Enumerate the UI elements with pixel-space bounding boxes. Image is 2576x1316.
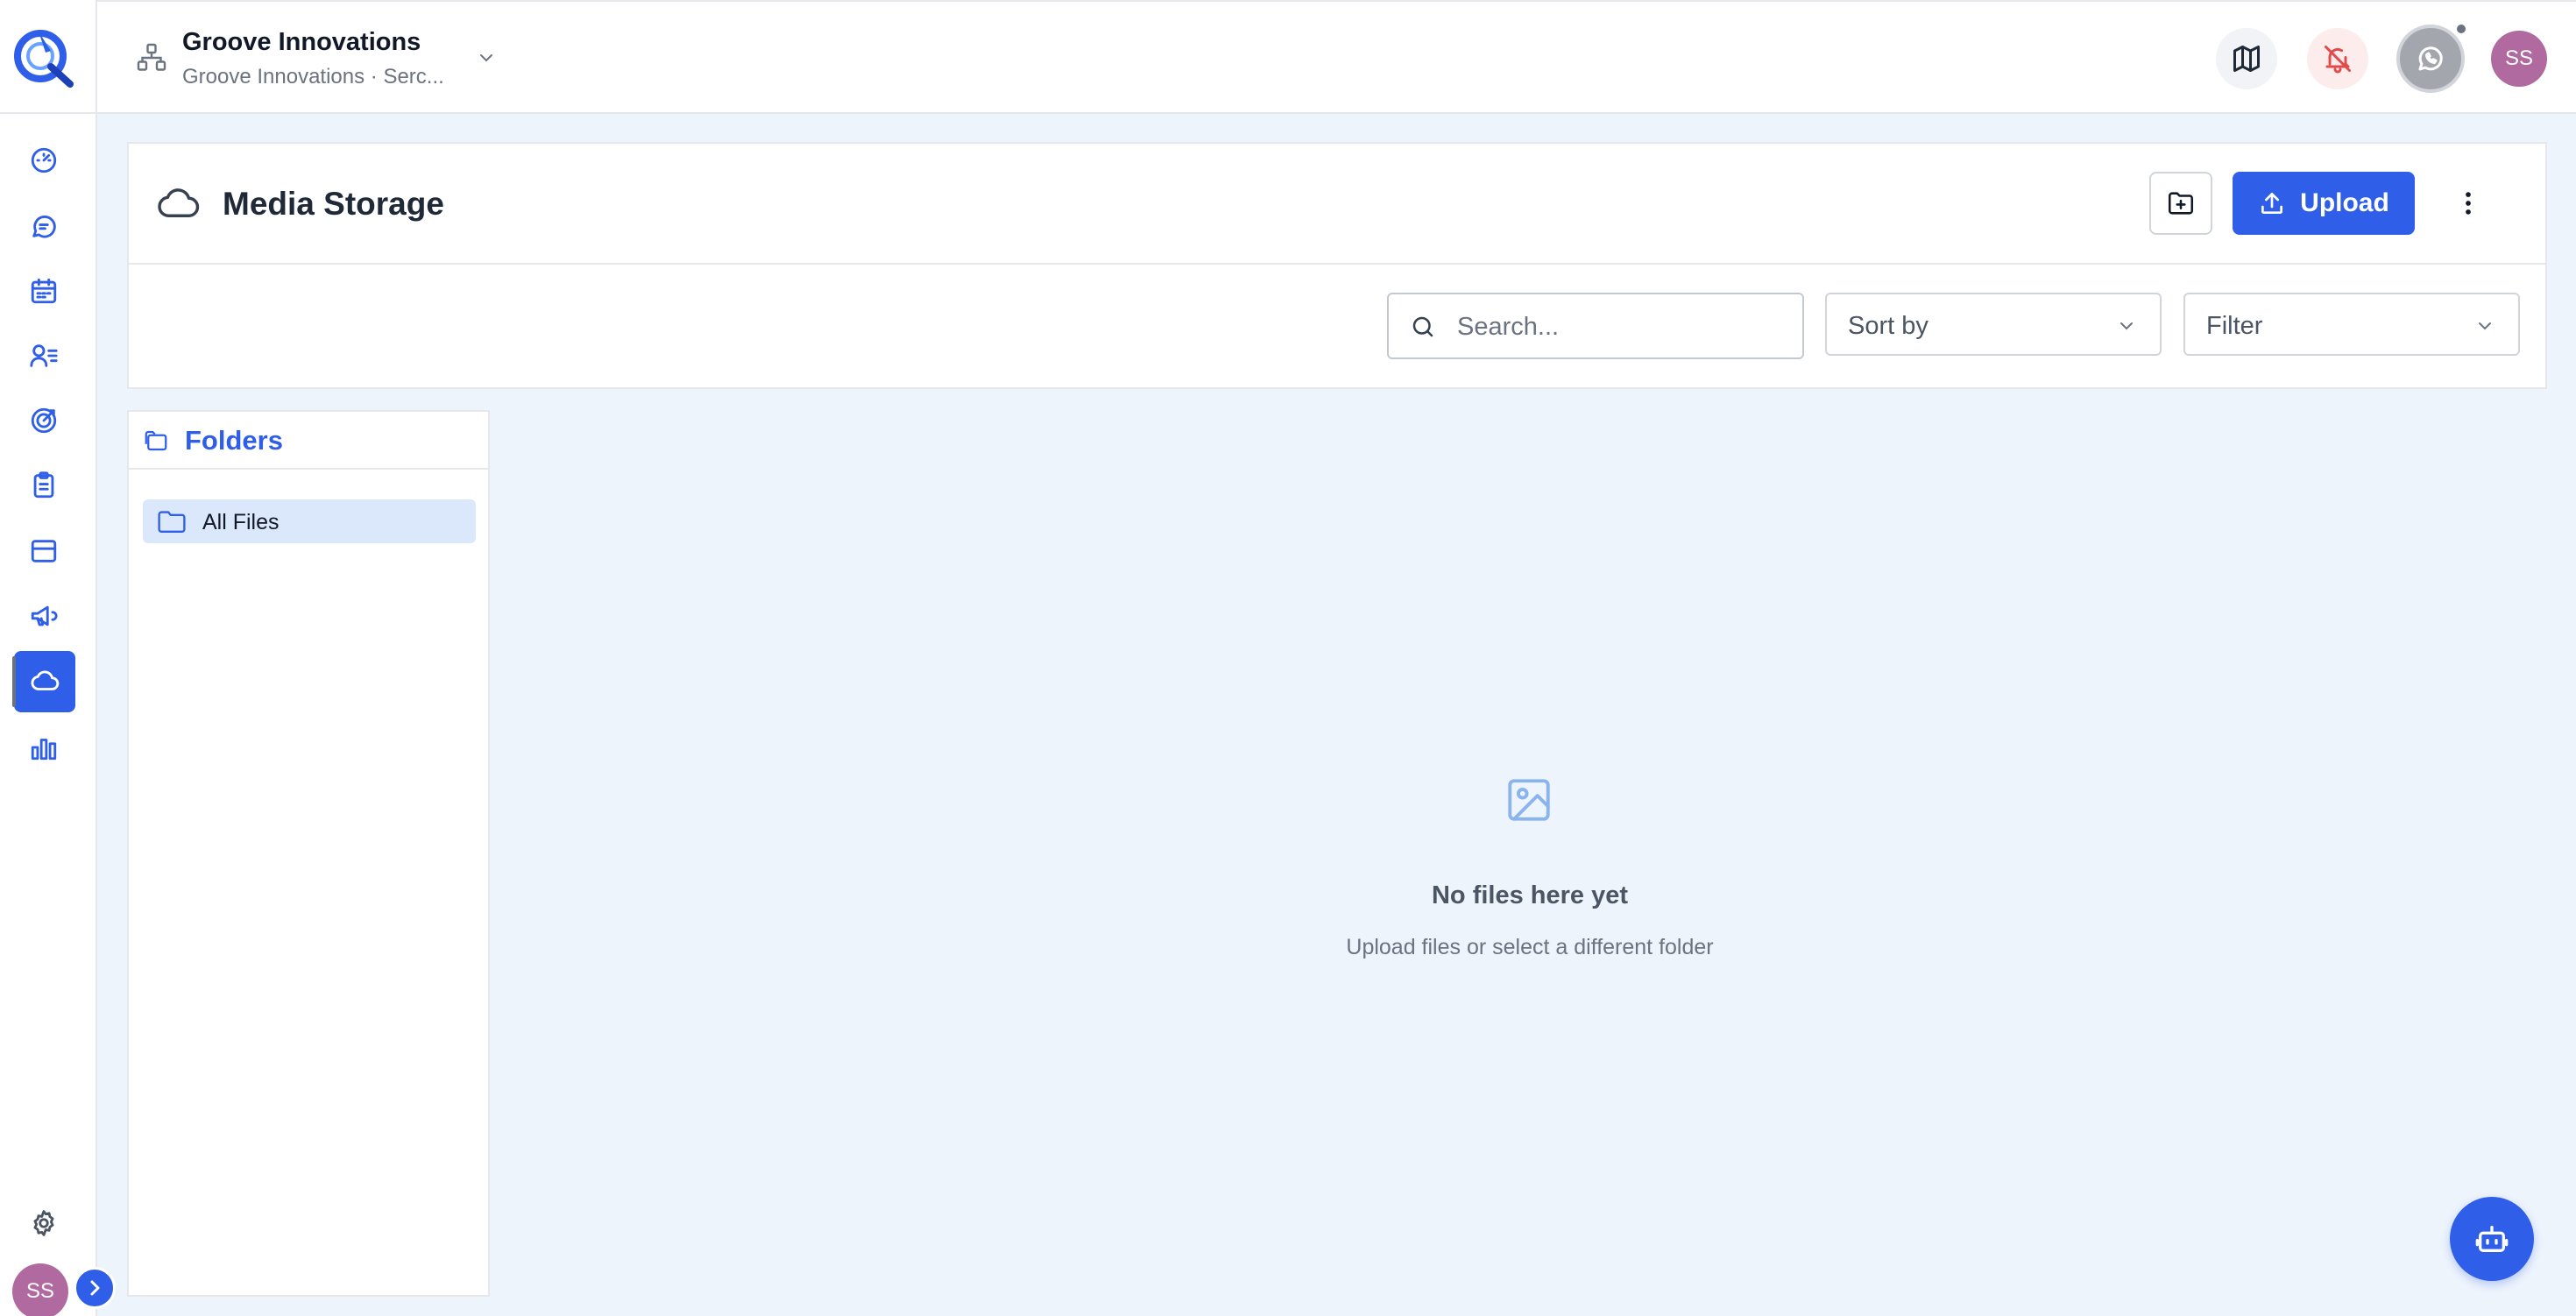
gauge-icon xyxy=(31,147,57,173)
target-icon xyxy=(31,407,57,434)
assistant-bot-button[interactable] xyxy=(2450,1197,2534,1281)
megaphone-icon xyxy=(31,605,58,626)
upload-button[interactable]: Upload xyxy=(2233,172,2415,235)
app-logo[interactable] xyxy=(12,25,75,88)
clipboard-icon xyxy=(33,471,54,499)
user-avatar[interactable]: SS xyxy=(2491,31,2547,87)
sort-label: Sort by xyxy=(1848,312,1928,340)
bar-chart-icon xyxy=(31,739,57,761)
sidebar-item-analytics[interactable] xyxy=(18,721,70,774)
sidebar-avatar[interactable]: SS xyxy=(12,1263,68,1316)
folder-item-all-files[interactable]: All Files xyxy=(143,499,476,543)
upload-icon xyxy=(2261,193,2283,214)
sidebar-item-chats[interactable] xyxy=(18,200,70,252)
search-field[interactable] xyxy=(1387,293,1804,359)
calendar-icon xyxy=(31,278,57,304)
cloud-icon xyxy=(31,670,60,690)
sidebar-item-media-storage[interactable] xyxy=(12,651,75,712)
folders-header: Folders xyxy=(129,412,488,470)
user-list-icon xyxy=(30,344,58,367)
new-folder-button[interactable] xyxy=(2149,172,2212,235)
folders-title: Folders xyxy=(185,425,283,456)
org-switcher-chevron[interactable] xyxy=(476,47,497,68)
upload-label: Upload xyxy=(2300,188,2389,217)
folder-icon xyxy=(158,511,186,533)
empty-state-title: No files here yet xyxy=(1431,881,1629,909)
chevron-down-icon xyxy=(2479,322,2491,330)
whatsapp-button[interactable] xyxy=(2396,25,2465,93)
sidebar-divider xyxy=(0,112,97,114)
map-icon xyxy=(2233,46,2260,72)
empty-state-subtitle: Upload files or select a different folde… xyxy=(1346,935,1714,959)
media-header-card: Media Storage Upload Sort by Filter xyxy=(127,142,2547,389)
sidebar-item-dashboard[interactable] xyxy=(18,134,70,187)
cloud-icon xyxy=(157,184,201,221)
sidebar-item-targets[interactable] xyxy=(18,394,70,447)
page-header: Media Storage Upload xyxy=(129,144,2545,265)
sidebar-item-contacts[interactable] xyxy=(18,329,70,382)
avatar-initials: SS xyxy=(2504,46,2533,70)
folders-icon xyxy=(145,430,167,451)
folders-panel: Folders All Files xyxy=(127,410,490,1297)
map-button[interactable] xyxy=(2216,28,2277,89)
status-dot xyxy=(2455,23,2467,35)
sidebar-item-campaigns[interactable] xyxy=(18,590,70,642)
folder-plus-icon xyxy=(2168,192,2194,215)
page-title: Media Storage xyxy=(223,186,444,222)
gear-icon xyxy=(33,1210,54,1236)
more-options-button[interactable] xyxy=(2444,179,2493,228)
avatar-initials: SS xyxy=(25,1279,54,1303)
org-structure-icon xyxy=(136,42,167,74)
search-input[interactable] xyxy=(1457,305,1790,349)
more-vertical-icon xyxy=(2466,192,2471,215)
folder-label: All Files xyxy=(202,510,280,534)
inbox-icon xyxy=(31,540,57,562)
sidebar-expand-button[interactable] xyxy=(74,1267,116,1309)
sidebar-item-settings[interactable] xyxy=(18,1197,70,1249)
sidebar-item-calendar[interactable] xyxy=(18,265,70,317)
filter-label: Filter xyxy=(2206,312,2263,340)
sidebar-item-tasks[interactable] xyxy=(18,459,70,512)
sidebar-item-inbox[interactable] xyxy=(18,525,70,577)
sort-select[interactable]: Sort by xyxy=(1825,293,2162,356)
image-placeholder-icon xyxy=(1504,775,1554,825)
bell-off-icon xyxy=(2325,46,2351,74)
notifications-button[interactable] xyxy=(2307,28,2368,89)
org-name[interactable]: Groove Innovations xyxy=(182,28,421,57)
message-icon xyxy=(32,216,56,238)
org-subtitle: Groove Innovations · Serc... xyxy=(182,65,444,88)
bot-icon xyxy=(2475,1226,2509,1252)
sidebar: SS xyxy=(0,0,116,1316)
filter-select[interactable]: Filter xyxy=(2183,293,2520,356)
chevron-right-icon xyxy=(90,1280,100,1296)
chevron-down-icon xyxy=(2120,322,2133,330)
top-bar: Groove Innovations Groove Innovations · … xyxy=(97,0,2576,114)
chevron-down-icon xyxy=(480,54,492,62)
search-icon xyxy=(1412,316,1433,337)
whatsapp-icon xyxy=(2418,46,2443,71)
